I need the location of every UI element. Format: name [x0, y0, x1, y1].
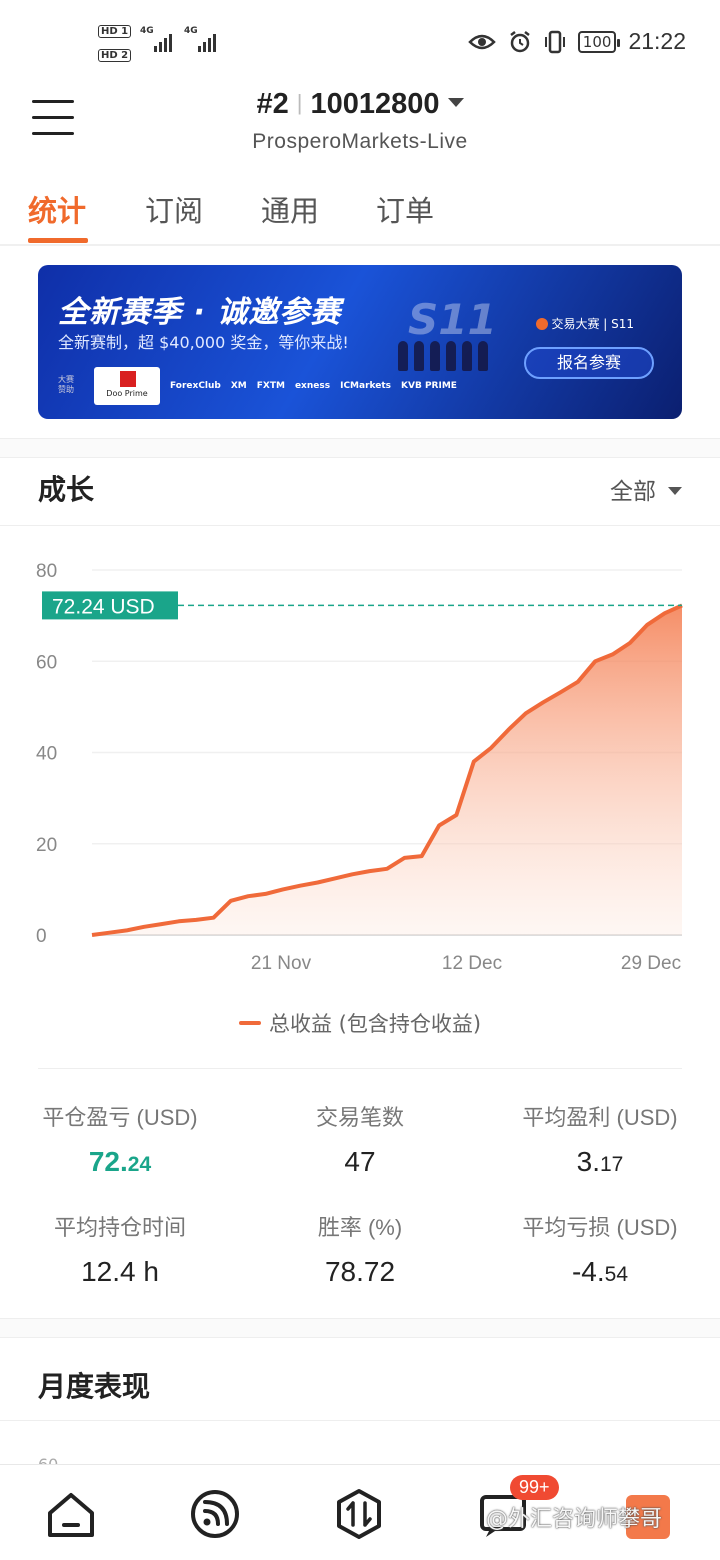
- stat-closed-pnl: 平仓盈亏 (USD) 72.24: [0, 1100, 240, 1178]
- sponsor-logo: Doo Prime: [94, 367, 160, 405]
- brand-logo-icon: [536, 318, 549, 330]
- divider: [38, 1068, 682, 1069]
- sponsor-label: 大赛赞助: [58, 375, 74, 394]
- stat-value: 3.17: [576, 1146, 624, 1177]
- vibrate-icon: [544, 30, 565, 53]
- legend-swatch: [238, 1021, 261, 1025]
- range-dropdown[interactable]: 全部: [610, 472, 682, 506]
- y-tick-label: 80: [36, 561, 57, 582]
- stat-avg-loss: 平均亏损 (USD) -4.54: [480, 1210, 720, 1288]
- stat-label: 平均盈利 (USD): [522, 1105, 678, 1130]
- title-separator: |: [296, 90, 303, 115]
- home-icon[interactable]: [44, 1487, 98, 1541]
- trade-icon[interactable]: [332, 1487, 386, 1541]
- server-name: ProsperoMarkets-Live: [252, 130, 468, 153]
- sponsor-logo: exness: [294, 381, 331, 391]
- stat-avg-profit: 平均盈利 (USD) 3.17: [480, 1100, 720, 1178]
- growth-title: 成长: [38, 473, 95, 506]
- stat-value: 47: [344, 1146, 376, 1177]
- status-bar: HD 1 HD 2 4G 4G 100 21:22: [0, 0, 720, 88]
- sponsor-logo: XM: [230, 381, 247, 391]
- status-right: 100 21:22: [468, 28, 686, 55]
- clock: 21:22: [628, 28, 686, 54]
- growth-header: 成长 全部: [0, 442, 720, 526]
- stat-avg-holding-time: 平均持仓时间 12.4 h: [0, 1210, 240, 1288]
- rank-label: #2: [256, 88, 289, 120]
- eye-icon: [468, 34, 496, 49]
- tab-orders[interactable]: 订单: [376, 188, 434, 230]
- legend-label: 总收益 (包含持仓收益): [268, 1012, 482, 1036]
- stat-trade-count: 交易笔数 47: [240, 1100, 480, 1178]
- tab-subscribe[interactable]: 订阅: [145, 188, 203, 230]
- chart-legend: 总收益 (包含持仓收益): [0, 1008, 720, 1038]
- section-divider: [0, 1318, 720, 1338]
- stat-label: 交易笔数: [315, 1105, 404, 1130]
- sim1-indicator: HD 1: [98, 24, 132, 38]
- growth-area: [92, 605, 682, 935]
- chevron-down-icon: [447, 98, 464, 107]
- battery-indicator: 100: [577, 30, 621, 53]
- stat-value: 78.72: [324, 1256, 396, 1287]
- y-tick-label: 60: [36, 652, 57, 673]
- active-tab-indicator: [28, 238, 88, 243]
- sponsor-logo: ICMarkets: [340, 381, 392, 391]
- net2-label: 4G: [184, 26, 198, 36]
- divider: [0, 1420, 720, 1421]
- banner-title: 全新赛季 · 诚邀参赛: [58, 295, 342, 330]
- signal1-icon: 4G: [140, 26, 172, 52]
- chevron-down-icon: [668, 487, 682, 495]
- stat-label: 平仓盈亏 (USD): [42, 1105, 198, 1130]
- alarm-icon: [510, 30, 530, 52]
- stat-value: 12.4 h: [81, 1256, 159, 1287]
- banner-season: S11: [408, 295, 497, 344]
- sponsor-logo: FXTM: [256, 381, 285, 391]
- account-selector[interactable]: #2 | 10012800: [0, 88, 720, 121]
- x-tick-label: 12 Dec: [442, 953, 502, 974]
- account-number: 10012800: [310, 88, 440, 120]
- range-value: 全部: [610, 479, 656, 505]
- notification-badge: 99+: [510, 1475, 559, 1500]
- stat-value: -4.54: [571, 1256, 629, 1287]
- feed-icon[interactable]: [188, 1487, 242, 1541]
- header: #2 | 10012800 ProsperoMarkets-Live: [0, 88, 720, 168]
- x-tick-label: 21 Nov: [251, 953, 312, 974]
- growth-chart[interactable]: 0 20 40 60 80 72.24 USD 21 Nov 12 Dec 29 Dec: [0, 540, 720, 990]
- banner-subtitle: 全新赛制，超 $40,000 奖金，等你来战!: [58, 333, 349, 352]
- tab-general[interactable]: 通用: [261, 188, 319, 230]
- stat-win-rate: 胜率 (%) 78.72: [240, 1210, 480, 1288]
- sponsor-logo: KVB PRIME: [401, 381, 457, 391]
- x-tick-label: 29 Dec: [621, 953, 681, 974]
- sponsor-logo: ForexClub: [170, 381, 221, 391]
- current-value-label: 72.24 USD: [52, 595, 155, 618]
- watermark: @外汇咨询师攀哥: [486, 1507, 663, 1532]
- signal2-icon: 4G: [184, 26, 216, 52]
- sponsor-logos: Doo Prime ForexClub XM FXTM exness ICMar…: [94, 367, 457, 405]
- net1-label: 4G: [140, 26, 154, 36]
- stat-label: 胜率 (%): [317, 1215, 403, 1240]
- sim2-indicator: HD 2: [98, 48, 132, 62]
- y-tick-label: 0: [36, 926, 47, 947]
- stat-label: 平均亏损 (USD): [522, 1215, 678, 1240]
- stat-label: 平均持仓时间: [53, 1215, 186, 1240]
- banner-brand: 交易大赛 | S11: [536, 315, 634, 332]
- monthly-title: 月度表现: [38, 1370, 151, 1403]
- y-tick-label: 20: [36, 835, 57, 856]
- y-tick-label: 40: [36, 744, 57, 765]
- stat-value: 72.24: [88, 1146, 152, 1177]
- register-button[interactable]: 报名参赛: [524, 347, 654, 379]
- bottom-nav: 99+ @外汇咨询师攀哥: [0, 1464, 720, 1560]
- tab-statistics[interactable]: 统计: [28, 188, 86, 230]
- promo-banner[interactable]: 全新赛季 · 诚邀参赛 全新赛制，超 $40,000 奖金，等你来战! S11 …: [38, 265, 682, 419]
- tab-bar: 统计 订阅 通用 订单: [0, 180, 720, 246]
